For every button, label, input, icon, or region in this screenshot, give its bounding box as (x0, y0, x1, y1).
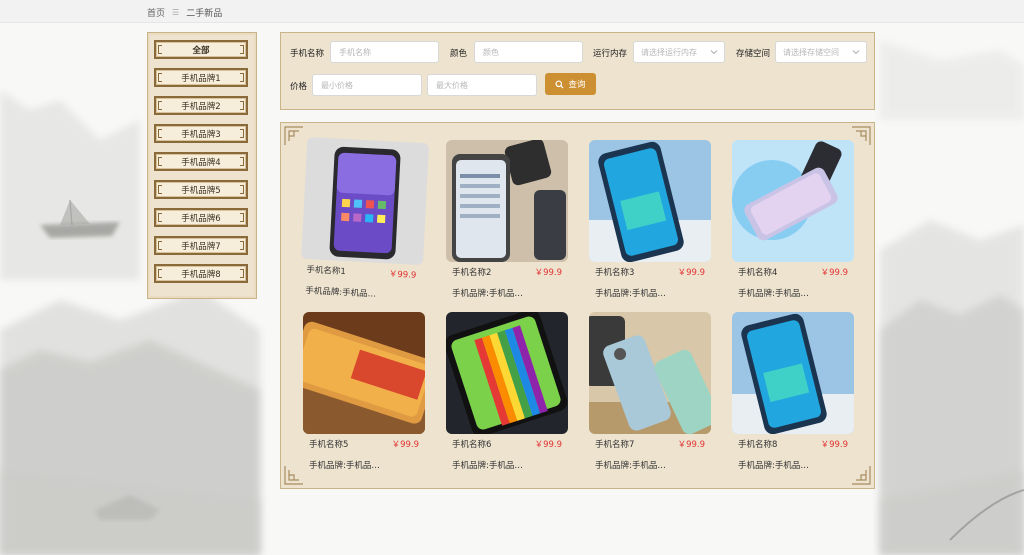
product-card[interactable]: 手机名称8 ￥99.9 手机品牌:手机品… (732, 312, 854, 477)
top-bar: 首页 ☰ 二手新品 (0, 0, 1024, 23)
sidebar-item-label: 全部 (192, 45, 210, 56)
product-name: 手机名称5 (309, 440, 349, 450)
corner-ornament-icon (284, 466, 303, 485)
storage-select[interactable]: 请选择存储空间 (775, 41, 867, 63)
ram-label: 运行内存 (593, 49, 628, 59)
filter-panel: 手机名称 颜色 运行内存 请选择运行内存 存储空间 请选择存储空间 价格 查询 (280, 32, 875, 110)
ram-select-placeholder: 请选择运行内存 (641, 47, 697, 57)
product-brand: 手机品牌:手机品… (738, 461, 809, 471)
product-brand: 手机品牌:手机品… (305, 286, 377, 300)
ram-select[interactable]: 请选择运行内存 (633, 41, 725, 63)
product-image (732, 312, 854, 434)
sidebar-item-brand-3[interactable]: 手机品牌3 (154, 124, 248, 143)
breadcrumb-separator-icon: ☰ (172, 8, 180, 17)
color-input[interactable] (474, 41, 583, 63)
product-image (446, 312, 568, 434)
sidebar-item-all[interactable]: 全部 (154, 40, 248, 59)
product-image (301, 136, 430, 266)
corner-ornament-icon (284, 126, 303, 145)
sidebar-item-label: 手机品牌7 (181, 241, 221, 252)
sidebar-item-label: 手机品牌1 (181, 73, 221, 84)
sidebar-item-label: 手机品牌4 (181, 157, 221, 168)
product-price: ￥99.9 (534, 268, 562, 278)
product-card[interactable]: 手机名称7 ￥99.9 手机品牌:手机品… (589, 312, 711, 477)
search-icon (555, 79, 564, 89)
product-grid-panel: 手机名称1 ￥99.9 手机品牌:手机品… 手机名称2 ￥99.9 手机品牌:手… (280, 122, 875, 489)
sidebar-item-label: 手机品牌3 (181, 129, 221, 140)
sidebar-item-label: 手机品牌5 (181, 185, 221, 196)
product-price: ￥99.9 (820, 440, 848, 450)
product-image (589, 140, 711, 262)
min-price-input[interactable] (312, 74, 422, 96)
product-card[interactable]: 手机名称1 ￥99.9 手机品牌:手机品… (299, 136, 430, 308)
sidebar-item-brand-4[interactable]: 手机品牌4 (154, 152, 248, 171)
breadcrumb: 首页 ☰ 二手新品 (147, 6, 222, 19)
product-card[interactable]: 手机名称2 ￥99.9 手机品牌:手机品… (446, 140, 568, 305)
product-brand: 手机品牌:手机品… (309, 461, 380, 471)
chevron-down-icon (710, 50, 718, 55)
product-card[interactable]: 手机名称5 ￥99.9 手机品牌:手机品… (303, 312, 425, 477)
product-price: ￥99.9 (677, 440, 705, 450)
sidebar-item-brand-5[interactable]: 手机品牌5 (154, 180, 248, 199)
product-image (446, 140, 568, 262)
breadcrumb-current: 二手新品 (186, 9, 223, 19)
product-name: 手机名称8 (738, 440, 778, 450)
product-name: 手机名称7 (595, 440, 635, 450)
product-image (589, 312, 711, 434)
product-name: 手机名称2 (452, 268, 492, 278)
sidebar-item-brand-2[interactable]: 手机品牌2 (154, 96, 248, 115)
sidebar-item-brand-7[interactable]: 手机品牌7 (154, 236, 248, 255)
product-brand: 手机品牌:手机品… (452, 289, 523, 299)
product-price: ￥99.9 (391, 440, 419, 450)
product-name: 手机名称1 (306, 265, 347, 278)
sidebar-item-brand-6[interactable]: 手机品牌6 (154, 208, 248, 227)
breadcrumb-home-link[interactable]: 首页 (147, 6, 165, 19)
max-price-input[interactable] (427, 74, 537, 96)
product-card[interactable]: 手机名称6 ￥99.9 手机品牌:手机品… (446, 312, 568, 477)
product-brand: 手机品牌:手机品… (738, 289, 809, 299)
product-price: ￥99.9 (820, 268, 848, 278)
product-image (732, 140, 854, 262)
name-label: 手机名称 (290, 49, 325, 59)
search-button[interactable]: 查询 (545, 73, 596, 95)
product-price: ￥99.9 (388, 269, 417, 281)
product-name: 手机名称6 (452, 440, 492, 450)
sidebar-item-label: 手机品牌6 (181, 213, 221, 224)
phone-name-input[interactable] (330, 41, 439, 63)
product-name: 手机名称3 (595, 268, 635, 278)
product-brand: 手机品牌:手机品… (452, 461, 523, 471)
color-label: 颜色 (450, 49, 468, 59)
sidebar-item-brand-1[interactable]: 手机品牌1 (154, 68, 248, 87)
storage-label: 存储空间 (736, 49, 771, 59)
sidebar-item-label: 手机品牌2 (181, 101, 221, 112)
product-brand: 手机品牌:手机品… (595, 289, 666, 299)
brand-sidebar: 全部 手机品牌1 手机品牌2 手机品牌3 手机品牌4 手机品牌5 手机品牌6 手… (147, 32, 257, 299)
price-label: 价格 (290, 82, 308, 92)
product-card[interactable]: 手机名称4 ￥99.9 手机品牌:手机品… (732, 140, 854, 305)
storage-select-placeholder: 请选择存储空间 (783, 47, 839, 57)
chevron-down-icon (852, 50, 860, 55)
product-price: ￥99.9 (534, 440, 562, 450)
product-card[interactable]: 手机名称3 ￥99.9 手机品牌:手机品… (589, 140, 711, 305)
product-image (303, 312, 425, 434)
product-price: ￥99.9 (677, 268, 705, 278)
product-brand: 手机品牌:手机品… (595, 461, 666, 471)
search-button-label: 查询 (568, 80, 586, 90)
product-name: 手机名称4 (738, 268, 778, 278)
sidebar-item-brand-8[interactable]: 手机品牌8 (154, 264, 248, 283)
sidebar-item-label: 手机品牌8 (181, 269, 221, 280)
